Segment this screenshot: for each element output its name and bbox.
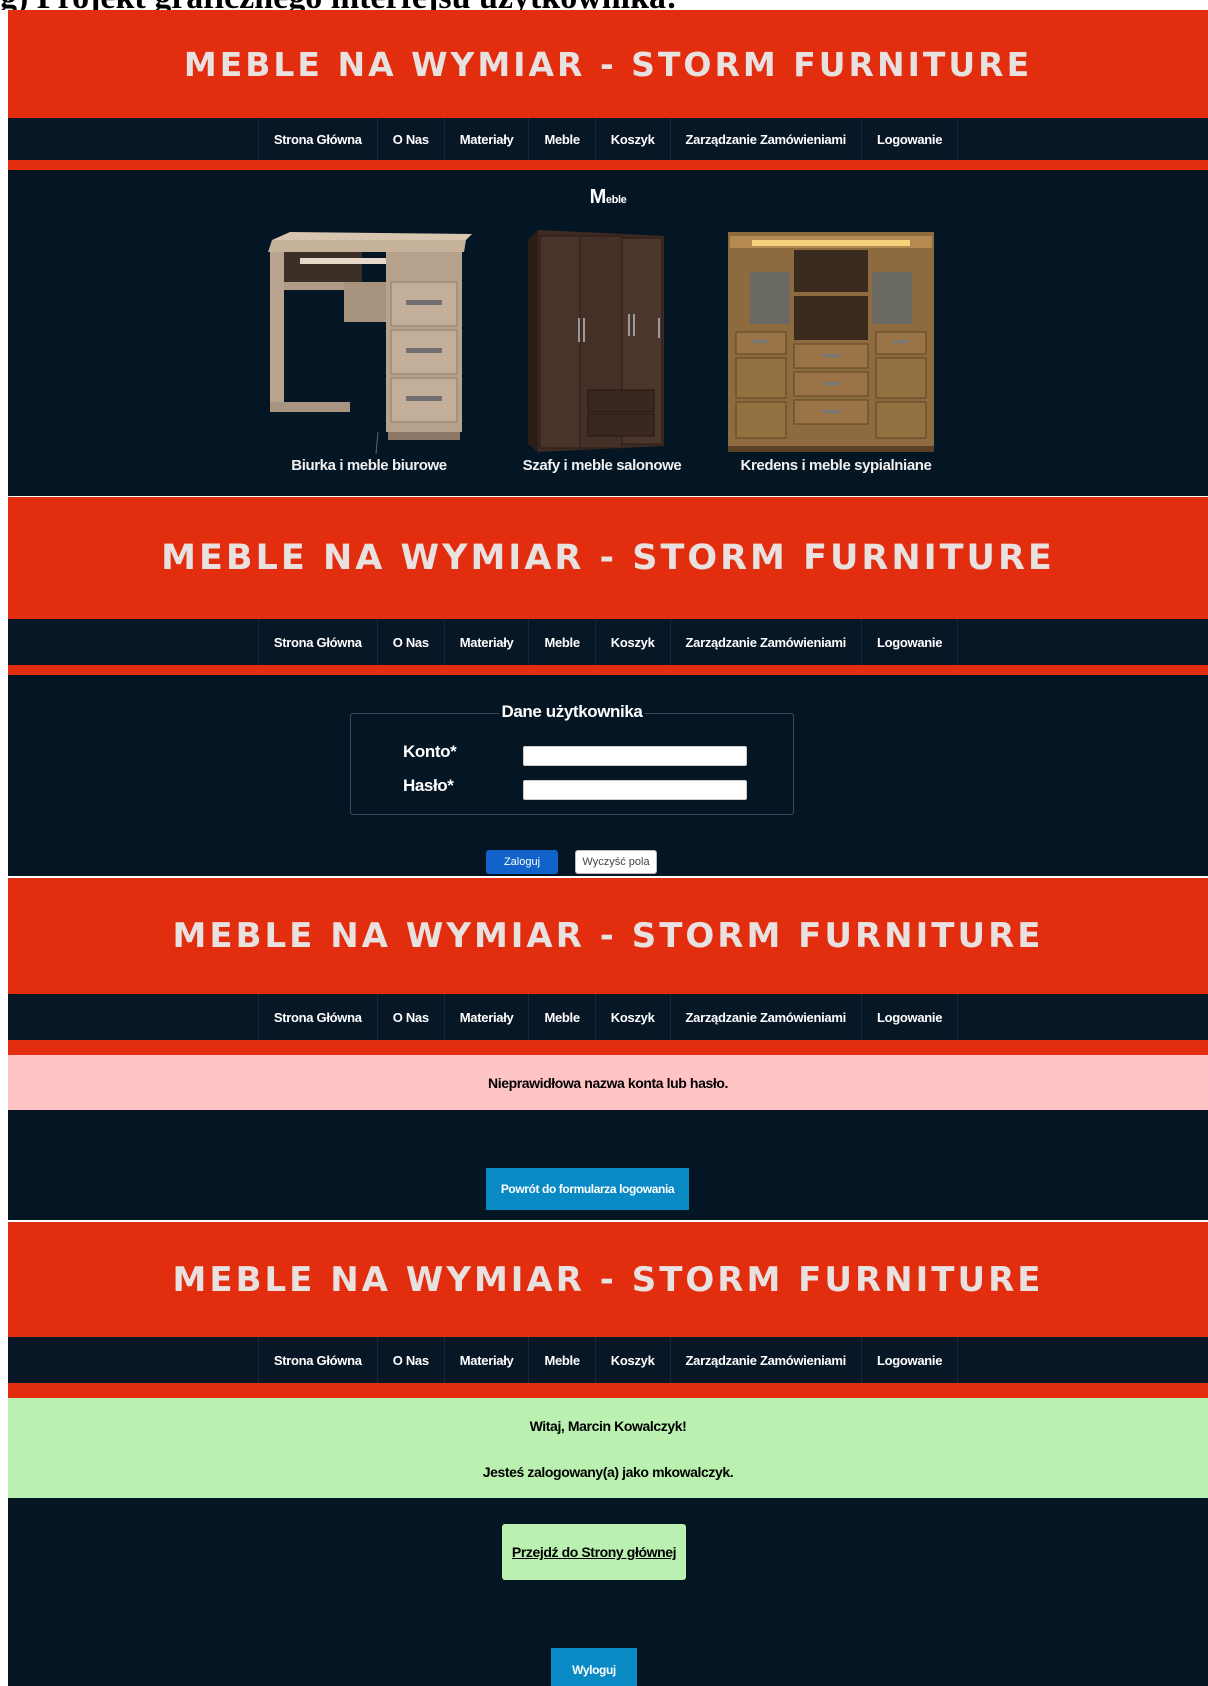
site-title: MEBLE NA WYMIAR - STORM FURNITURE bbox=[172, 916, 1044, 956]
account-input[interactable] bbox=[523, 746, 747, 766]
nav-item-furniture[interactable]: Meble bbox=[528, 994, 594, 1040]
go-to-home-link[interactable]: Przejdź do Strony głównej bbox=[502, 1524, 686, 1580]
nav-item-about[interactable]: O Nas bbox=[376, 1337, 444, 1383]
nav-bar: Strona Główna O Nas Materiały Meble Kosz… bbox=[8, 118, 1208, 160]
nav-item-cart[interactable]: Koszyk bbox=[594, 619, 670, 665]
wardrobe-image[interactable] bbox=[528, 230, 668, 452]
clear-fields-button[interactable]: Wyczyść pola bbox=[575, 850, 657, 874]
screen-furniture: MEBLE NA WYMIAR - STORM FURNITURE Strona… bbox=[8, 10, 1208, 496]
nav-item-furniture[interactable]: Meble bbox=[528, 1337, 594, 1383]
nav-underline bbox=[8, 160, 1208, 170]
nav-item-orders[interactable]: Zarządzanie Zamówieniami bbox=[669, 994, 861, 1040]
nav-underline bbox=[8, 665, 1208, 675]
account-label: Konto* bbox=[403, 742, 457, 761]
back-to-login-button[interactable]: Powrót do formularza logowania bbox=[486, 1168, 689, 1210]
nav-item-about[interactable]: O Nas bbox=[376, 619, 444, 665]
category-caption-sideboards[interactable]: Kredens i meble sypialniane bbox=[728, 457, 944, 474]
greeting-text: Witaj, Marcin Kowalczyk! bbox=[529, 1418, 687, 1434]
password-label: Hasło* bbox=[403, 776, 454, 795]
nav-item-furniture[interactable]: Meble bbox=[528, 118, 594, 160]
nav-bar: Strona Główna O Nas Materiały Meble Kosz… bbox=[8, 619, 1208, 665]
nav-item-cart[interactable]: Koszyk bbox=[594, 118, 670, 160]
nav-item-orders[interactable]: Zarządzanie Zamówieniami bbox=[669, 619, 861, 665]
nav-underline bbox=[8, 1383, 1208, 1398]
screen-login: MEBLE NA WYMIAR - STORM FURNITURE Strona… bbox=[8, 497, 1208, 876]
site-header: MEBLE NA WYMIAR - STORM FURNITURE bbox=[8, 10, 1208, 118]
login-button[interactable]: Zaloguj bbox=[486, 850, 558, 874]
nav-item-about[interactable]: O Nas bbox=[376, 994, 444, 1040]
login-status-text: Jesteś zalogowany(a) jako mkowalczyk. bbox=[482, 1464, 734, 1480]
section-title: Meble bbox=[589, 186, 627, 208]
screen-login-error: MEBLE NA WYMIAR - STORM FURNITURE Strona… bbox=[8, 878, 1208, 1220]
nav-item-home[interactable]: Strona Główna bbox=[257, 994, 377, 1040]
nav-bar: Strona Główna O Nas Materiały Meble Kosz… bbox=[8, 1337, 1208, 1383]
nav-item-home[interactable]: Strona Główna bbox=[257, 118, 377, 160]
desk-image[interactable] bbox=[266, 232, 472, 454]
category-caption-wardrobes[interactable]: Szafy i meble salonowe bbox=[512, 457, 692, 474]
nav-item-orders[interactable]: Zarządzanie Zamówieniami bbox=[669, 118, 861, 160]
nav-item-materials[interactable]: Materiały bbox=[443, 1337, 529, 1383]
site-header: MEBLE NA WYMIAR - STORM FURNITURE bbox=[8, 497, 1208, 619]
password-input[interactable] bbox=[523, 780, 747, 800]
nav-item-furniture[interactable]: Meble bbox=[528, 619, 594, 665]
site-title: MEBLE NA WYMIAR - STORM FURNITURE bbox=[172, 1259, 1044, 1300]
screen-login-success: MEBLE NA WYMIAR - STORM FURNITURE Strona… bbox=[8, 1222, 1208, 1686]
nav-item-about[interactable]: O Nas bbox=[376, 118, 444, 160]
error-message: Nieprawidłowa nazwa konta lub hasło. bbox=[8, 1055, 1208, 1110]
nav-item-orders[interactable]: Zarządzanie Zamówieniami bbox=[669, 1337, 861, 1383]
nav-bar: Strona Główna O Nas Materiały Meble Kosz… bbox=[8, 994, 1208, 1040]
nav-underline bbox=[8, 1040, 1208, 1055]
document-heading: g) Projekt graficznego interfejsu użytko… bbox=[0, 0, 1208, 10]
sideboard-image[interactable] bbox=[728, 232, 934, 454]
nav-item-home[interactable]: Strona Główna bbox=[257, 619, 377, 665]
nav-item-cart[interactable]: Koszyk bbox=[594, 1337, 670, 1383]
login-area: Dane użytkownika Konto* Hasło* Zaloguj W… bbox=[8, 675, 1208, 876]
nav-item-login[interactable]: Logowanie bbox=[860, 118, 959, 160]
nav-item-cart[interactable]: Koszyk bbox=[594, 994, 670, 1040]
site-header: MEBLE NA WYMIAR - STORM FURNITURE bbox=[8, 878, 1208, 994]
category-caption-desks[interactable]: Biurka i meble biurowe bbox=[274, 457, 464, 474]
site-title: MEBLE NA WYMIAR - STORM FURNITURE bbox=[183, 44, 1033, 84]
nav-item-home[interactable]: Strona Główna bbox=[257, 1337, 377, 1383]
nav-item-materials[interactable]: Materiały bbox=[443, 994, 529, 1040]
nav-item-login[interactable]: Logowanie bbox=[860, 994, 959, 1040]
nav-item-materials[interactable]: Materiały bbox=[443, 619, 529, 665]
nav-item-materials[interactable]: Materiały bbox=[443, 118, 529, 160]
site-header: MEBLE NA WYMIAR - STORM FURNITURE bbox=[8, 1222, 1208, 1337]
nav-item-login[interactable]: Logowanie bbox=[860, 1337, 959, 1383]
logout-button[interactable]: Wyloguj bbox=[551, 1648, 637, 1686]
site-title: MEBLE NA WYMIAR - STORM FURNITURE bbox=[161, 538, 1055, 578]
nav-item-login[interactable]: Logowanie bbox=[860, 619, 959, 665]
fieldset-legend: Dane użytkownika bbox=[351, 702, 793, 722]
success-message-box: Witaj, Marcin Kowalczyk! Jesteś zalogowa… bbox=[8, 1398, 1208, 1498]
user-data-fieldset: Dane użytkownika Konto* Hasło* bbox=[350, 702, 794, 815]
